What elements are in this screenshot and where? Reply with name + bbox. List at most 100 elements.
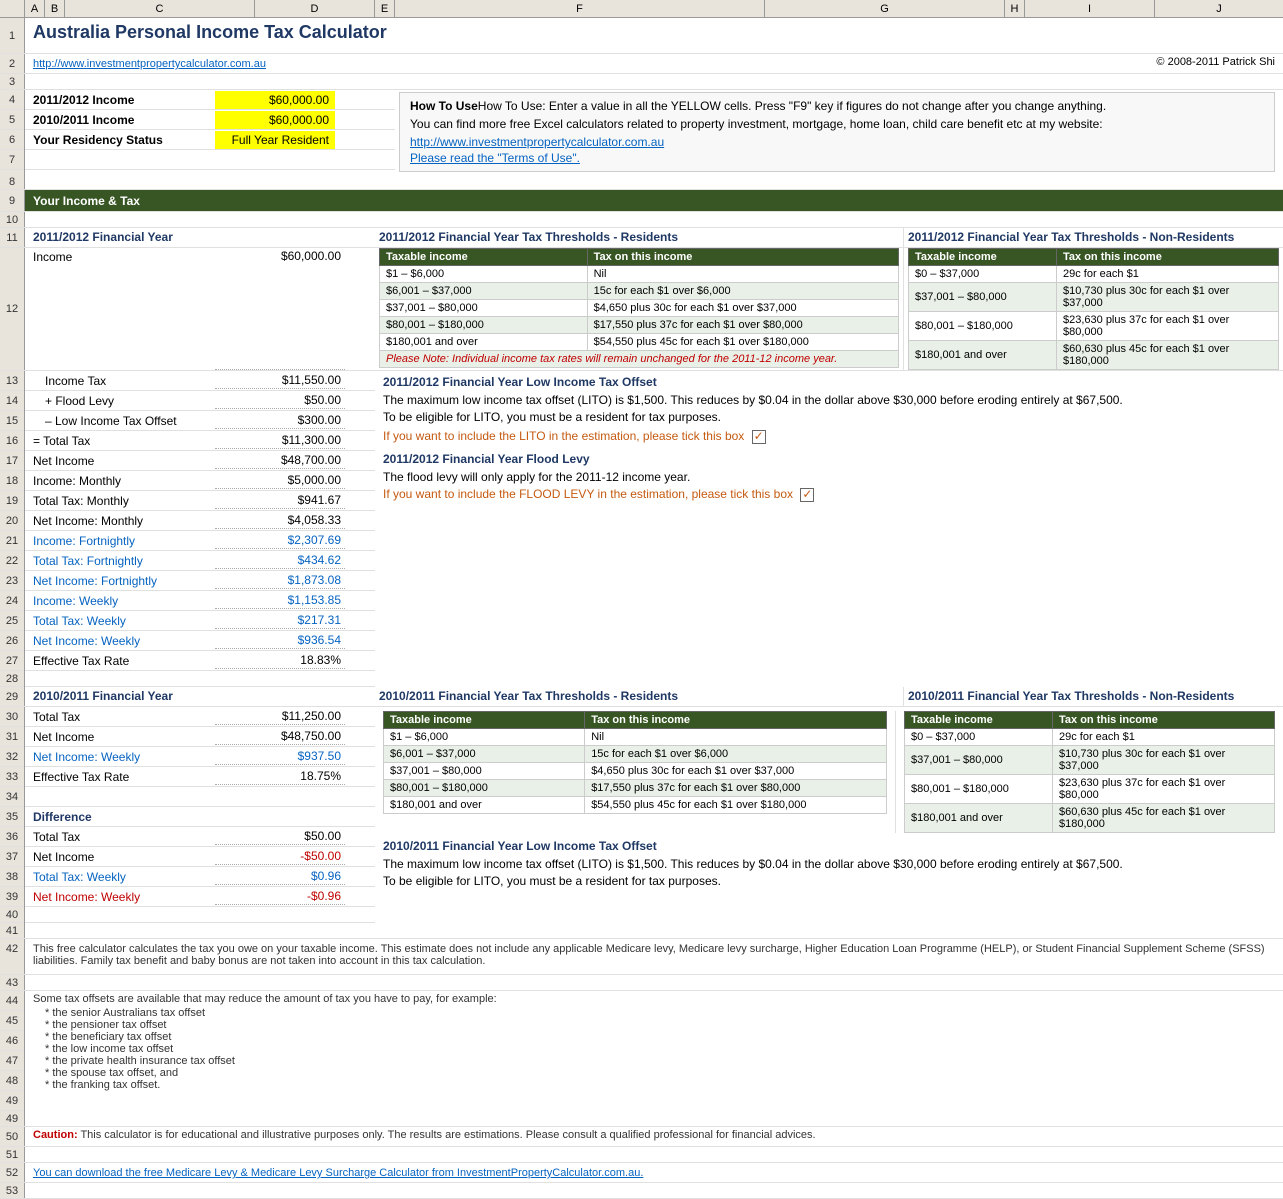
lito-checkbox[interactable]: ✓: [752, 430, 766, 444]
row-num-31: 31: [0, 727, 24, 747]
income-fortnightly-value: $2,307.69: [215, 532, 345, 549]
eff-rate-2010-label: Effective Tax Rate: [25, 768, 215, 786]
flood-levy-value: $50.00: [215, 392, 345, 409]
row-num-35: 35: [0, 807, 24, 827]
row-num-1: 1: [0, 18, 25, 53]
income-label: Income: [25, 248, 215, 370]
lito-value: $300.00: [215, 412, 345, 429]
thresh-2010-res-table: Taxable income Tax on this income $1 – $…: [383, 711, 887, 814]
net-income-weekly-2010-label: Net Income: Weekly: [25, 748, 215, 766]
website-link[interactable]: http://www.investmentpropertycalculator.…: [33, 58, 266, 70]
flood-levy-section: 2011/2012 Financial Year Flood Levy The …: [383, 452, 1275, 502]
thresh-res-col2-header: Tax on this income: [587, 249, 898, 266]
flood-levy-2011-header: 2011/2012 Financial Year Flood Levy: [383, 452, 1275, 466]
offset-item: * the beneficiary tax offset: [33, 1031, 1275, 1043]
flood-checkbox[interactable]: ✓: [800, 488, 814, 502]
row-num-17: 17: [0, 451, 24, 471]
lito-checkbox-row: If you want to include the LITO in the e…: [383, 429, 1275, 444]
net-income-weekly-2010-value: $937.50: [215, 748, 345, 765]
net-income-2010-label: Net Income: [25, 728, 215, 746]
col-header-i: I: [1025, 0, 1155, 17]
download-link[interactable]: You can download the free Medicare Levy …: [33, 1167, 643, 1179]
thresh-2011-res-row: $180,001 and over$54,550 plus 45c for ea…: [380, 334, 899, 351]
diff-total-tax-weekly-value: $0.96: [215, 868, 345, 885]
how-to-use-link1[interactable]: http://www.investmentpropertycalculator.…: [410, 135, 664, 149]
row-num-49b: 49: [0, 1111, 25, 1126]
row-num-50: 50: [0, 1127, 25, 1146]
row-num-41: 41: [0, 923, 25, 938]
how-to-use-box: How To UseHow To Use: Enter a value in a…: [399, 92, 1275, 172]
copyright: © 2008-2011 Patrick Shi: [375, 54, 1283, 73]
total-tax-weekly-value: $217.31: [215, 612, 345, 629]
lito-section: 2011/2012 Financial Year Low Income Tax …: [383, 375, 1275, 444]
row-num-10: 10: [0, 212, 25, 227]
diff-total-tax-value: $50.00: [215, 828, 345, 845]
net-income-weekly-label: Net Income: Weekly: [25, 632, 215, 650]
offset-item: * the private health insurance tax offse…: [33, 1055, 1275, 1067]
year-2011-header: 2011/2012 Financial Year: [25, 228, 375, 247]
net-income-weekly-value: $936.54: [215, 632, 345, 649]
how-to-use-line1: How To UseHow To Use: Enter a value in a…: [410, 99, 1264, 113]
income-monthly-label: Income: Monthly: [25, 472, 215, 490]
diff-net-income-value: -$50.00: [215, 848, 345, 865]
row-num-43: 43: [0, 975, 25, 990]
row-num-48: 48: [0, 1071, 24, 1091]
thresh-2011-nonres-row: $0 – $37,00029c for each $1: [909, 266, 1279, 283]
col-header-a: A: [25, 0, 45, 17]
income-2010-label: 2010/2011 Income: [25, 111, 215, 129]
total-tax-weekly-label: Total Tax: Weekly: [25, 612, 215, 630]
income-fortnightly-label: Income: Fortnightly: [25, 532, 215, 550]
thresh-2010-nonres-col2: Tax on this income: [1053, 712, 1275, 729]
thresh-2011-res-row: $1 – $6,000Nil: [380, 266, 899, 283]
thresh-2011-nonres-row: $37,001 – $80,000$10,730 plus 30c for ea…: [909, 283, 1279, 312]
income-weekly-label: Income: Weekly: [25, 592, 215, 610]
row-num-26: 26: [0, 631, 24, 651]
row-num-34: 34: [0, 787, 24, 807]
lito-line1: The maximum low income tax offset (LITO)…: [383, 393, 1275, 407]
thresholds-2011-nonres-header: 2011/2012 Financial Year Tax Thresholds …: [903, 228, 1283, 247]
lito-2010-line1: The maximum low income tax offset (LITO)…: [383, 857, 1275, 871]
net-income-label: Net Income: [25, 452, 215, 470]
right-info-section: 2011/2012 Financial Year Low Income Tax …: [375, 371, 1283, 687]
income-2011-label: 2011/2012 Income: [25, 91, 215, 109]
spreadsheet: A B C D E F G H I J 1 Australia Personal…: [0, 0, 1283, 1199]
thresh-2011-nonres-row: $180,001 and over$60,630 plus 45c for ea…: [909, 341, 1279, 370]
flood-checkbox-row: If you want to include the FLOOD LEVY in…: [383, 487, 1275, 502]
row-num-36: 36: [0, 827, 24, 847]
income-2011-value[interactable]: $60,000.00: [215, 91, 335, 109]
row-num-8: 8: [0, 174, 25, 189]
caution-text: This calculator is for educational and i…: [78, 1129, 816, 1141]
row-num-24: 24: [0, 591, 24, 611]
income-2010-value[interactable]: $60,000.00: [215, 111, 335, 129]
thresh-2010-nonres-col1: Taxable income: [905, 712, 1053, 729]
row-num-6: 6: [0, 130, 24, 150]
row-num-27: 27: [0, 651, 24, 671]
total-tax-2010-label: Total Tax: [25, 708, 215, 726]
row-num-44: 44: [0, 991, 24, 1011]
thresh-2010-res-row: $180,001 and over$54,550 plus 45c for ea…: [384, 797, 887, 814]
row-num-2: 2: [0, 54, 25, 73]
thresh-2011-res-row: $37,001 – $80,000$4,650 plus 30c for eac…: [380, 300, 899, 317]
diff-total-tax-weekly-label: Total Tax: Weekly: [25, 868, 215, 886]
net-income-fortnightly-value: $1,873.08: [215, 572, 345, 589]
row-num-38: 38: [0, 867, 24, 887]
row-num-53: 53: [0, 1183, 25, 1198]
row-num-45: 45: [0, 1011, 24, 1031]
how-to-use-link2[interactable]: Please read the "Terms of Use".: [410, 151, 580, 165]
row-num-51: 51: [0, 1147, 25, 1162]
thresh-2011-nonres-row: $80,001 – $180,000$23,630 plus 37c for e…: [909, 312, 1279, 341]
offset-item: * the low income tax offset: [33, 1043, 1275, 1055]
diff-net-income-label: Net Income: [25, 848, 215, 866]
row-num-46: 46: [0, 1031, 24, 1051]
diff-net-income-weekly-value: -$0.96: [215, 888, 345, 905]
residency-value[interactable]: Full Year Resident: [215, 131, 335, 149]
col-header-h: H: [1005, 0, 1025, 17]
row-num-39: 39: [0, 887, 24, 907]
eff-rate-2010-value: 18.75%: [215, 768, 345, 785]
thresh-2011-res-row: $80,001 – $180,000$17,550 plus 37c for e…: [380, 317, 899, 334]
row-num-32: 32: [0, 747, 24, 767]
lito-2010-section: 2010/2011 Financial Year Low Income Tax …: [383, 839, 1275, 888]
row-num-29: 29: [0, 687, 25, 706]
net-income-value: $48,700.00: [215, 452, 345, 469]
thresh-2010-res-header: 2010/2011 Financial Year Tax Thresholds …: [375, 687, 903, 706]
